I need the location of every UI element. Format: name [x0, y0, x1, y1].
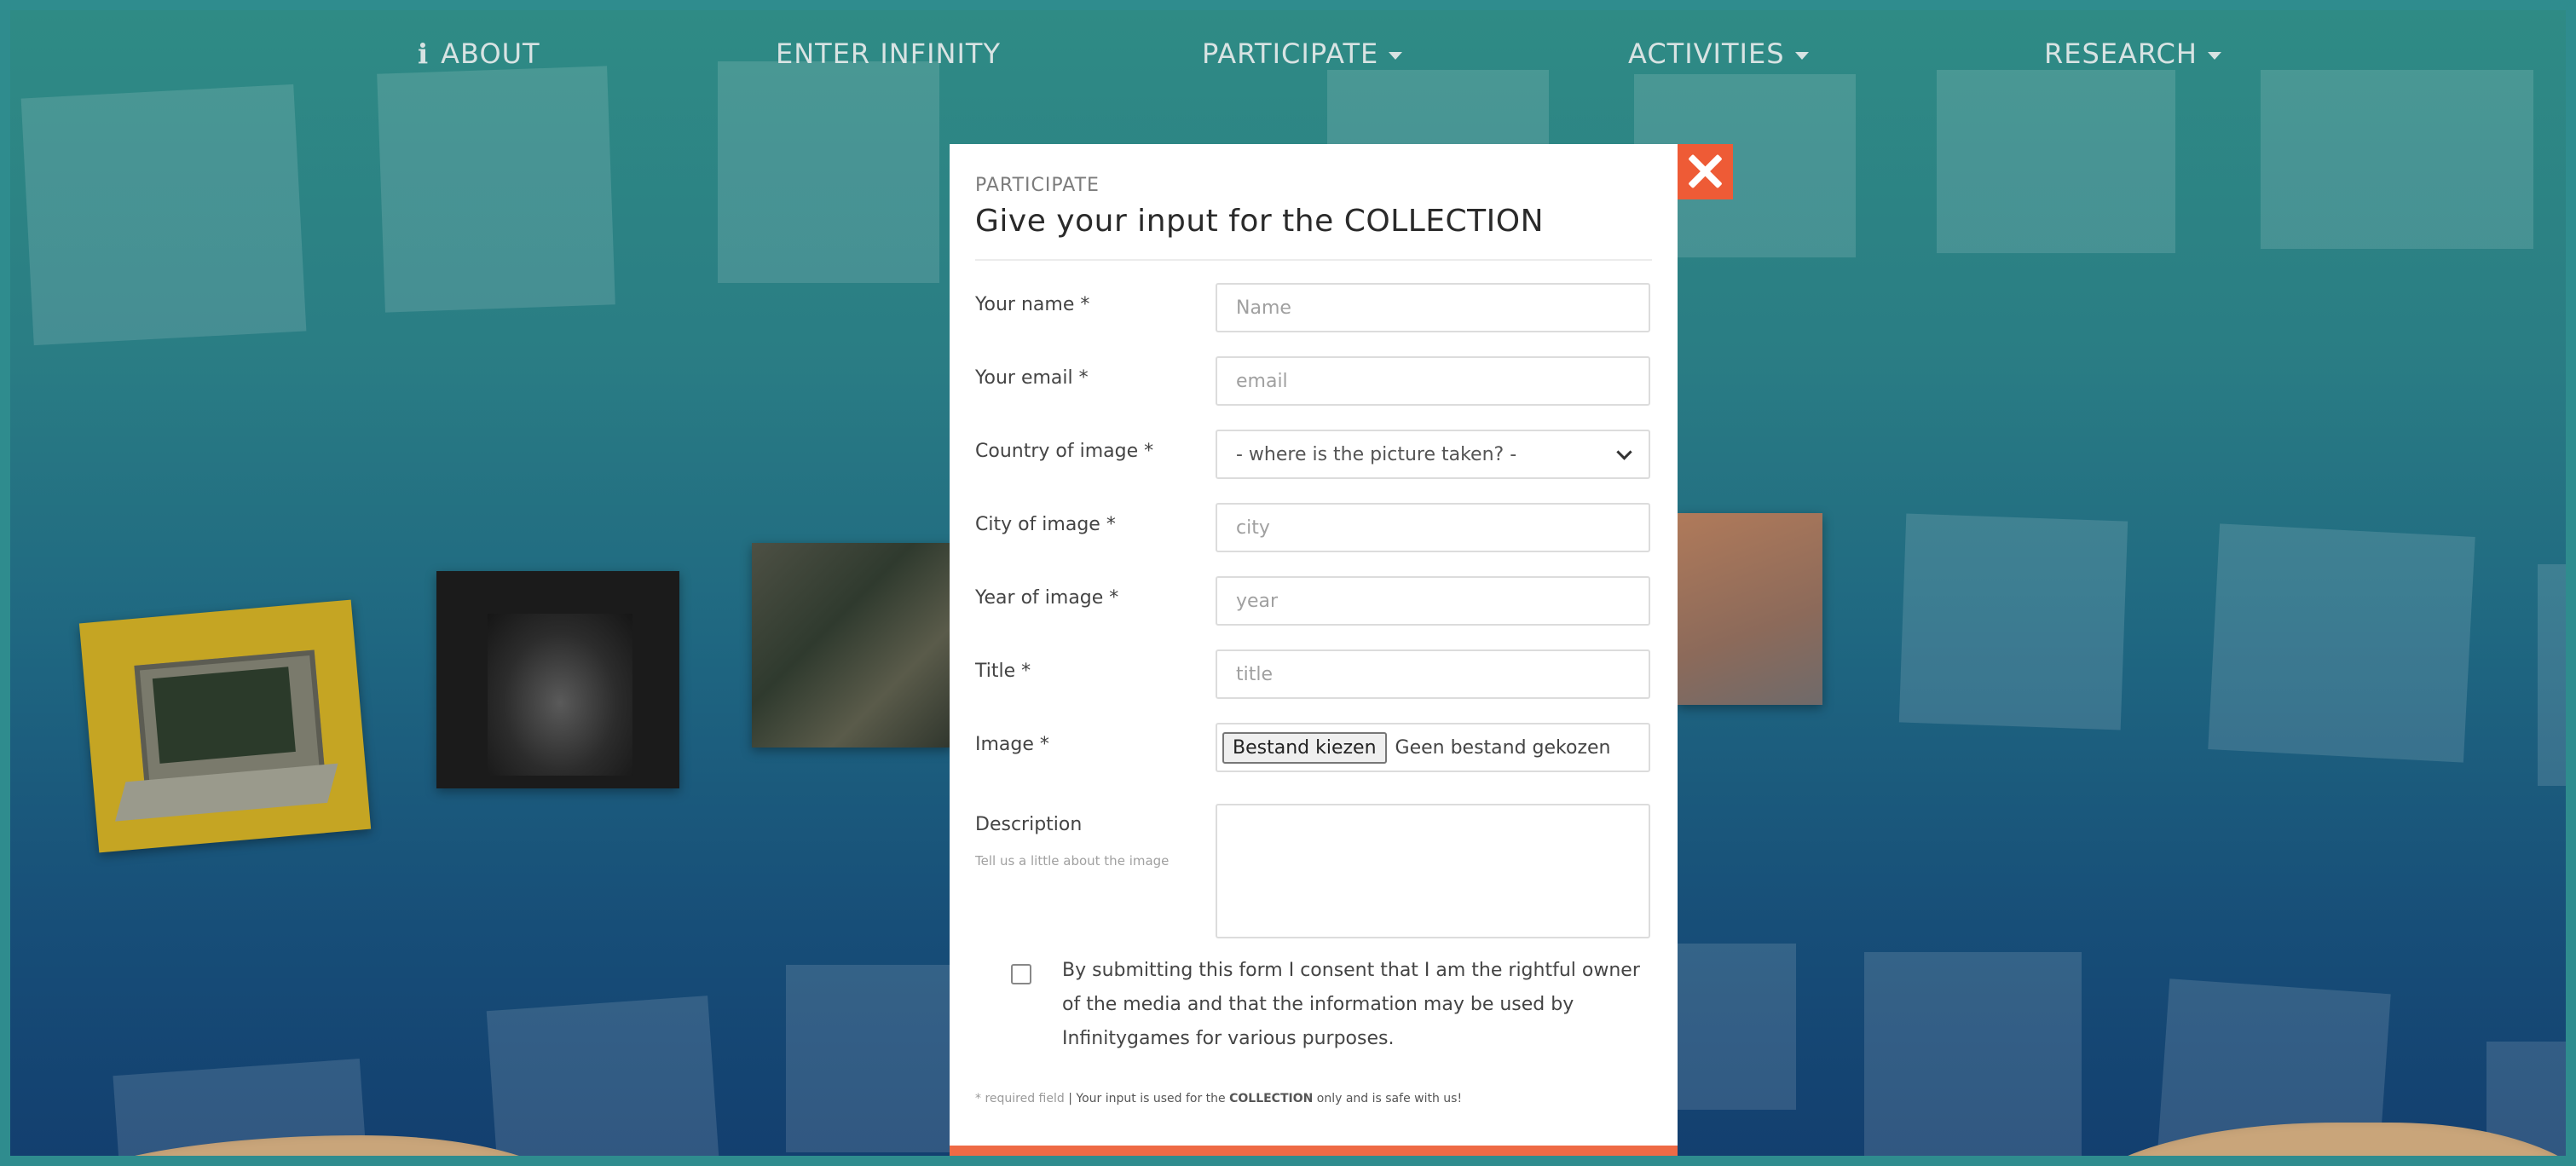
- footnote-separator: |: [1068, 1092, 1072, 1105]
- country-select[interactable]: - where is the picture taken? -: [1216, 430, 1650, 479]
- gallery-tile: [2261, 70, 2533, 249]
- gallery-tile: [1937, 70, 2175, 253]
- info-icon: i: [418, 38, 430, 70]
- nav-about-label: ABOUT: [441, 38, 540, 70]
- image-label: Image *: [975, 734, 1049, 755]
- portrait-face: [488, 614, 632, 776]
- gallery-tile: [786, 965, 952, 1152]
- background-gallery: i ABOUT ENTER INFINITY PARTICIPATE ACTIVI…: [0, 0, 2576, 1166]
- nav-enter-infinity[interactable]: ENTER INFINITY: [776, 38, 1001, 70]
- gallery-tile: [20, 84, 307, 346]
- email-input[interactable]: [1216, 356, 1650, 406]
- title-label: Title *: [975, 661, 1031, 682]
- gallery-photo-warm[interactable]: [1678, 513, 1822, 705]
- nav-enter-label: ENTER INFINITY: [776, 38, 1002, 70]
- modal-title: Give your input for the COLLECTION: [975, 204, 1545, 239]
- gallery-photo-forest[interactable]: [752, 543, 952, 748]
- city-input[interactable]: [1216, 503, 1650, 552]
- country-label: Country of image *: [975, 441, 1154, 462]
- description-label: Description: [975, 814, 1083, 835]
- gallery-tile: [1864, 952, 2082, 1156]
- name-input[interactable]: [1216, 283, 1650, 332]
- top-navigation: i ABOUT ENTER INFINITY PARTICIPATE ACTIVI…: [10, 38, 2566, 80]
- footnote-pre: Your input is used for the: [1076, 1092, 1226, 1105]
- footnote-collection: COLLECTION: [1229, 1092, 1314, 1105]
- participate-modal: PARTICIPATE Give your input for the COLL…: [950, 144, 1678, 1156]
- gallery-tile: [377, 66, 615, 313]
- form-footnote: * required field | Your input is used fo…: [975, 1092, 1462, 1105]
- year-input[interactable]: [1216, 576, 1650, 626]
- consent-checkbox[interactable]: [1011, 964, 1031, 984]
- nav-about[interactable]: i ABOUT: [418, 38, 540, 70]
- choose-file-button[interactable]: Bestand kiezen: [1222, 731, 1387, 764]
- nav-activities[interactable]: ACTIVITIES: [1628, 38, 1809, 70]
- gallery-photo-portrait[interactable]: [436, 571, 679, 788]
- caret-down-icon: [1794, 51, 1809, 60]
- gallery-photo-computer[interactable]: [78, 599, 372, 853]
- email-label: Your email *: [975, 367, 1089, 389]
- nav-research[interactable]: RESEARCH: [2044, 38, 2221, 70]
- submit-bar[interactable]: [950, 1146, 1678, 1156]
- required-note: * required field: [975, 1092, 1065, 1105]
- consent-text: By submitting this form I consent that I…: [1062, 960, 1640, 1049]
- name-label: Your name *: [975, 294, 1090, 315]
- gallery-tile: [2538, 564, 2566, 786]
- footnote-post: only and is safe with us!: [1316, 1092, 1463, 1105]
- chevron-down-icon: [1616, 443, 1632, 460]
- file-status: Geen bestand gekozen: [1395, 736, 1611, 759]
- nav-participate-label: PARTICIPATE: [1202, 38, 1379, 70]
- country-select-value: - where is the picture taken? -: [1236, 443, 1517, 465]
- gallery-tile: [718, 61, 939, 283]
- gallery-tile: [1677, 944, 1796, 1110]
- gallery-tile: [2208, 523, 2475, 763]
- description-textarea[interactable]: [1216, 804, 1650, 938]
- close-icon[interactable]: [1678, 144, 1733, 199]
- modal-kicker: PARTICIPATE: [975, 175, 1100, 196]
- gallery-tile: [1898, 513, 2128, 730]
- description-hint: Tell us a little about the image: [975, 853, 1170, 869]
- caret-down-icon: [1389, 51, 1403, 60]
- image-file-input: Bestand kiezen Geen bestand gekozen: [1216, 723, 1650, 772]
- nav-activities-label: ACTIVITIES: [1628, 38, 1785, 70]
- nav-research-label: RESEARCH: [2044, 38, 2198, 70]
- computer-screen: [152, 667, 296, 764]
- modal-divider: [975, 259, 1652, 261]
- gallery-tile: [486, 996, 719, 1156]
- year-label: Year of image *: [975, 587, 1119, 609]
- city-label: City of image *: [975, 514, 1116, 535]
- title-input[interactable]: [1216, 649, 1650, 699]
- nav-participate[interactable]: PARTICIPATE: [1202, 38, 1403, 70]
- caret-down-icon: [2207, 51, 2221, 60]
